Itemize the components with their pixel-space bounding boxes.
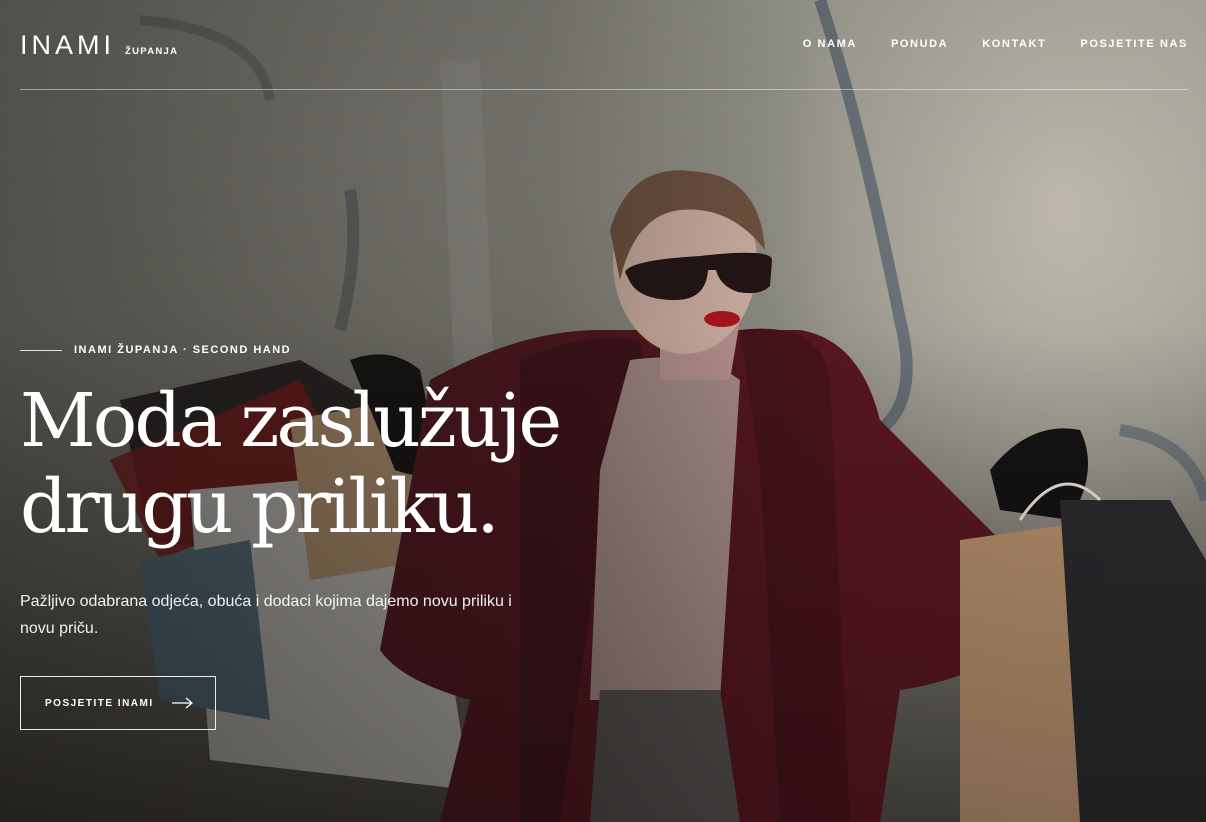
nav-ponuda[interactable]: PONUDA [891,38,948,50]
arrow-right-icon [171,697,193,709]
nav-o-nama[interactable]: O NAMA [803,38,857,50]
logo-location: ŽUPANJA [125,46,179,57]
site-header: INAMI ŽUPANJA O NAMA PONUDA KONTAKT POSJ… [20,0,1188,90]
main-nav: O NAMA PONUDA KONTAKT POSJETITE NAS [803,38,1188,50]
hero-title-line-1: Moda zaslužuje [20,378,562,464]
hero-title-line-2: drugu priliku. [20,464,500,550]
eyebrow-divider [20,349,62,351]
site-logo[interactable]: INAMI ŽUPANJA [20,31,178,59]
nav-posjetite-nas[interactable]: POSJETITE NAS [1080,38,1188,50]
visit-inami-button[interactable]: POSJETITE INAMI [20,676,216,730]
cta-label: POSJETITE INAMI [45,697,154,709]
hero-eyebrow: INAMI ŽUPANJA · SECOND HAND [20,344,291,356]
logo-wordmark: INAMI [20,30,116,60]
hero-title: Moda zaslužuje drugu priliku. [20,378,660,550]
hero-description: Pažljivo odabrana odjeća, obuća i dodaci… [20,593,512,637]
nav-kontakt[interactable]: KONTAKT [982,38,1046,50]
eyebrow-text: INAMI ŽUPANJA · SECOND HAND [74,344,292,356]
